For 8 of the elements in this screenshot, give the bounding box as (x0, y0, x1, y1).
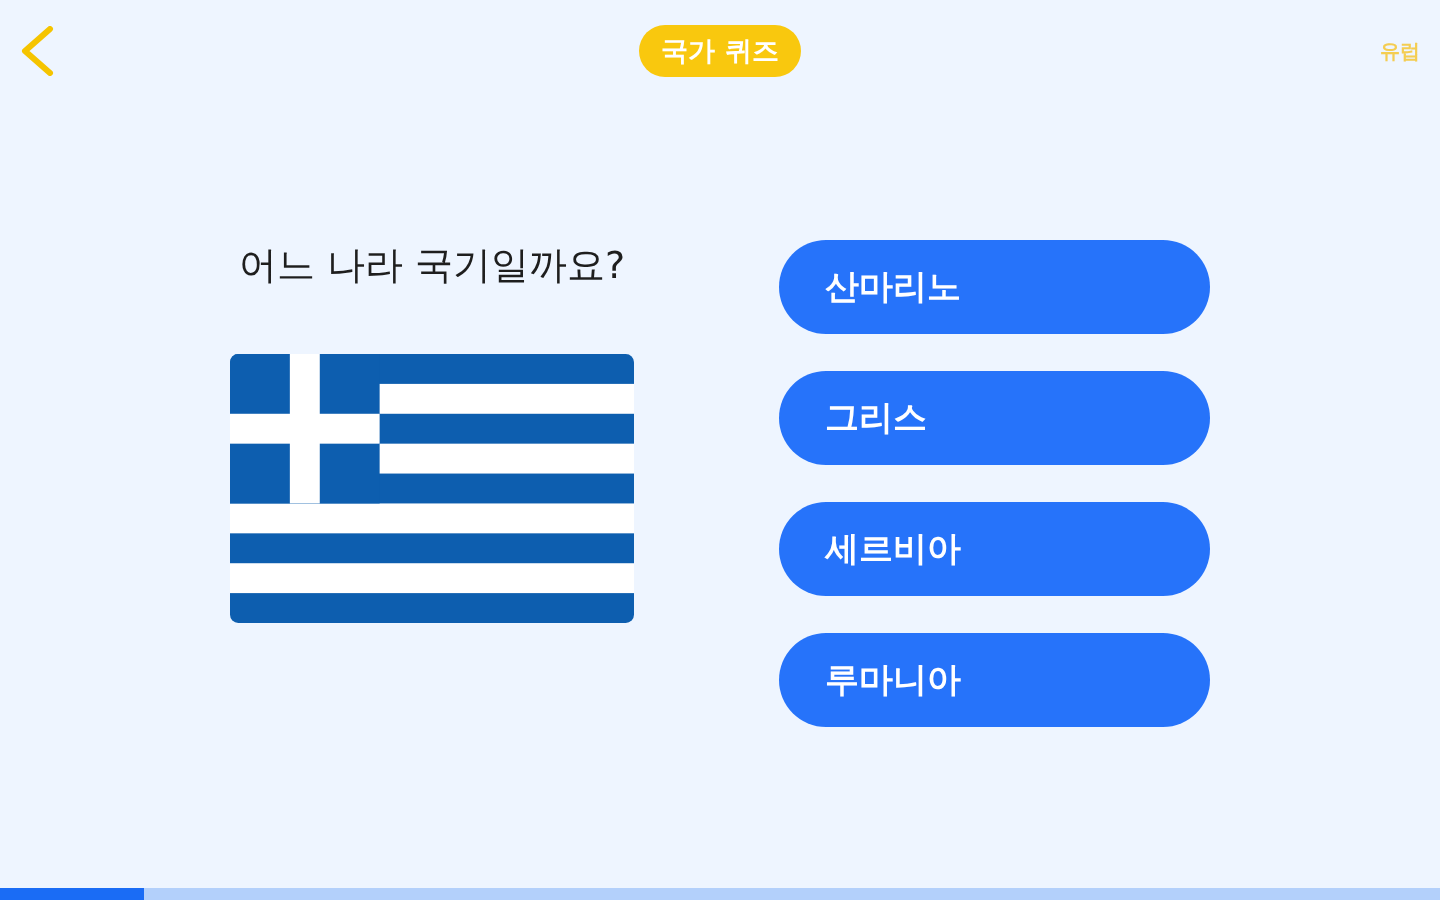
question-text: 어느 나라 국기일까요? (238, 242, 626, 289)
title-badge: 국가 퀴즈 (639, 25, 801, 77)
answer-button[interactable]: 세르비아 (779, 502, 1210, 596)
answer-button[interactable]: 산마리노 (779, 240, 1210, 334)
answer-button[interactable]: 루마니아 (779, 633, 1210, 727)
chevron-left-icon[interactable] (20, 26, 54, 76)
answer-button[interactable]: 그리스 (779, 371, 1210, 465)
category-label: 유럽 (1380, 37, 1420, 65)
